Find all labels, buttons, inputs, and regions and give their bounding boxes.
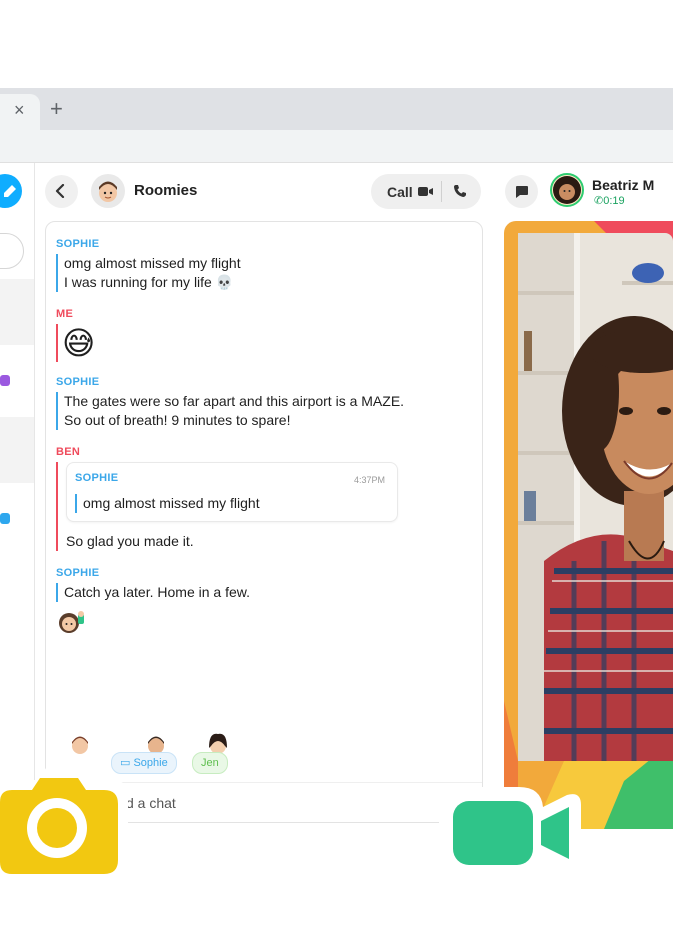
participant-name: Beatriz M <box>592 177 655 193</box>
message-text: Catch ya later. Home in a few. <box>56 583 250 602</box>
message-sender: SOPHIE <box>56 376 100 388</box>
back-button[interactable] <box>45 175 78 208</box>
message-sender: BEN <box>56 446 81 458</box>
message-group: ME 😅 <box>56 308 95 362</box>
sidebar-item[interactable] <box>0 417 34 483</box>
new-tab-button[interactable]: + <box>50 98 63 120</box>
unread-indicator <box>0 375 10 386</box>
quoted-text: omg almost missed my flight <box>75 494 389 513</box>
new-chat-button[interactable] <box>0 174 22 208</box>
message-sender: SOPHIE <box>56 567 100 579</box>
video-feed-image <box>504 221 673 829</box>
message-line: Catch ya later. Home in a few. <box>64 584 250 600</box>
message-group: SOPHIE Catch ya later. Home in a few. <box>56 567 250 641</box>
compose-icon <box>4 185 16 197</box>
call-duration: ✆0:19 <box>594 194 625 207</box>
chat-bubble-icon <box>516 186 528 198</box>
message-line: I was running for my life 💀 <box>64 274 234 290</box>
message-text: omg almost missed my flight I was runnin… <box>56 254 241 292</box>
video-feed <box>504 221 673 829</box>
quoted-sender: SOPHIE <box>75 472 119 484</box>
quoted-time: 4:37PM <box>353 475 385 485</box>
sidebar <box>0 163 35 840</box>
video-camera-sticker-icon <box>439 787 581 879</box>
sidebar-item[interactable] <box>0 279 34 345</box>
message-group: SOPHIE omg almost missed my flight I was… <box>56 238 241 292</box>
call-duration-value: 0:19 <box>603 195 625 207</box>
phone-icon: ✆ <box>594 195 604 207</box>
message-reply: SOPHIE 4:37PM omg almost missed my fligh… <box>56 462 398 551</box>
chat-panel: SOPHIE omg almost missed my flight I was… <box>45 221 483 823</box>
divider <box>441 181 442 202</box>
message-sender: SOPHIE <box>56 238 100 250</box>
toggle-chat-button[interactable] <box>505 175 538 208</box>
message-line: The gates were so far apart and this air… <box>64 393 405 409</box>
typing-name: Sophie <box>133 757 168 769</box>
chat-bubble-icon <box>0 513 10 524</box>
browser-tab[interactable]: × <box>0 94 40 130</box>
sidebar-search[interactable] <box>0 233 24 269</box>
quoted-message[interactable]: SOPHIE 4:37PM omg almost missed my fligh… <box>66 462 398 522</box>
message-line: So glad you made it. <box>66 533 194 549</box>
call-button[interactable]: Call <box>387 184 413 200</box>
chevron-left-icon <box>55 184 65 198</box>
bitmoji-avatar <box>553 176 581 204</box>
message-text: The gates were so far apart and this air… <box>56 392 404 430</box>
bitmoji-sticker <box>59 611 84 633</box>
browser-tab-bar: × + <box>0 88 673 130</box>
bitmoji-avatar <box>99 181 117 202</box>
group-avatar[interactable] <box>91 174 125 208</box>
emoji-message: 😅 <box>56 324 95 362</box>
message-line: omg almost missed my flight <box>64 255 241 271</box>
typing-name: Jen <box>201 757 219 769</box>
call-controls: Call <box>371 174 481 209</box>
typing-chip-jen: Jen <box>192 752 228 774</box>
bitmoji-avatar <box>72 736 88 754</box>
message-group: BEN SOPHIE 4:37PM omg almost missed my f… <box>56 446 398 551</box>
message-sender: ME <box>56 308 74 320</box>
video-call-icon[interactable] <box>418 186 434 197</box>
close-tab-icon[interactable]: × <box>14 100 25 121</box>
chat-title: Roomies <box>134 182 198 199</box>
browser-toolbar <box>0 130 673 163</box>
app-window: Roomies Call SOPHIE omg almost missed my… <box>0 163 673 840</box>
camera-sticker-icon <box>0 768 128 882</box>
message-line: So out of breath! 9 minutes to spare! <box>64 412 291 428</box>
message-group: SOPHIE The gates were so far apart and t… <box>56 376 404 430</box>
phone-icon[interactable] <box>453 184 467 198</box>
participant-avatar[interactable] <box>550 173 584 207</box>
